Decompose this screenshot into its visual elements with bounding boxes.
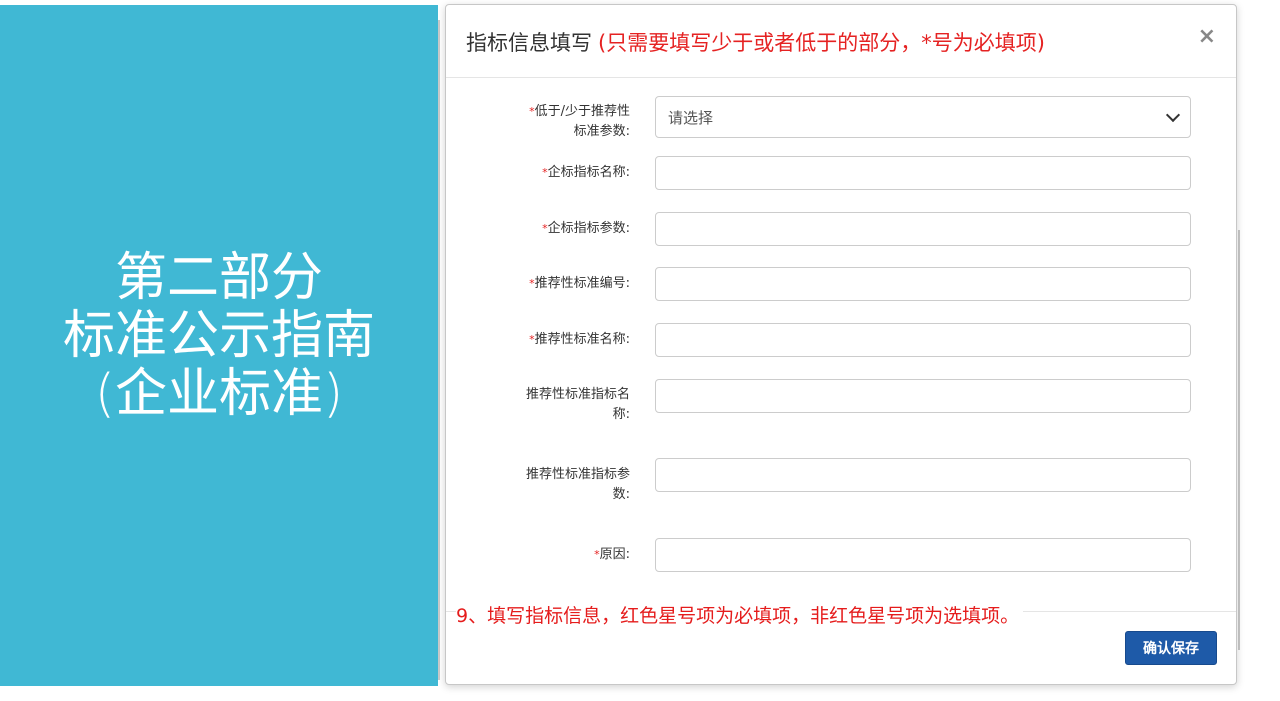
select-value: 请选择 bbox=[668, 108, 714, 127]
dialog-title: 指标信息填写 (只需要填写少于或者低于的部分，*号为必填项) bbox=[466, 27, 1045, 57]
section-title-line: 第二部分 bbox=[114, 247, 323, 308]
recommended-standard-name-input[interactable] bbox=[655, 323, 1191, 357]
field-label: *企标指标名称: bbox=[542, 165, 630, 180]
field-label: *企标指标参数: bbox=[542, 221, 630, 236]
confirm-save-button[interactable]: 确认保存 bbox=[1125, 631, 1217, 665]
dialog-title-note: (只需要填写少于或者低于的部分，*号为必填项) bbox=[598, 31, 1045, 55]
field-label: *推荐性标准名称: bbox=[529, 332, 630, 347]
indicator-info-dialog: 指标信息填写 (只需要填写少于或者低于的部分，*号为必填项) × *低于/少于推荐… bbox=[445, 4, 1237, 685]
section-title-line: (企业标准) bbox=[94, 363, 344, 424]
section-title: 第二部分 标准公示指南 (企业标准) bbox=[63, 249, 375, 423]
field-label: 推荐性标准指标参数: bbox=[526, 467, 631, 502]
chevron-down-icon bbox=[1165, 107, 1181, 123]
recommended-standard-number-input[interactable] bbox=[655, 267, 1191, 301]
background-divider bbox=[1238, 230, 1240, 650]
below-standard-param-select[interactable]: 请选择 bbox=[655, 96, 1191, 138]
dialog-title-text: 指标信息填写 bbox=[466, 31, 592, 55]
reason-input[interactable] bbox=[655, 538, 1191, 572]
enterprise-indicator-name-input[interactable] bbox=[655, 156, 1191, 190]
section-title-line: 标准公示指南 bbox=[62, 305, 375, 366]
section-panel: 第二部分 标准公示指南 (企业标准) bbox=[0, 5, 438, 686]
dialog-header: 指标信息填写 (只需要填写少于或者低于的部分，*号为必填项) × bbox=[446, 5, 1236, 78]
background-divider bbox=[438, 20, 440, 680]
field-label: 推荐性标准指标名称: bbox=[526, 387, 631, 422]
field-label: *低于/少于推荐性标准参数: bbox=[529, 104, 630, 139]
enterprise-indicator-param-input[interactable] bbox=[655, 212, 1191, 246]
recommended-indicator-param-input[interactable] bbox=[655, 458, 1191, 492]
field-label: *原因: bbox=[594, 547, 630, 562]
instruction-note: 9、填写指标信息，红色星号项为必填项，非红色星号项为选填项。 bbox=[456, 601, 1024, 628]
recommended-indicator-name-input[interactable] bbox=[655, 379, 1191, 413]
field-label: *推荐性标准编号: bbox=[529, 276, 630, 291]
close-icon: × bbox=[1197, 24, 1216, 49]
close-button[interactable]: × bbox=[1198, 26, 1216, 48]
